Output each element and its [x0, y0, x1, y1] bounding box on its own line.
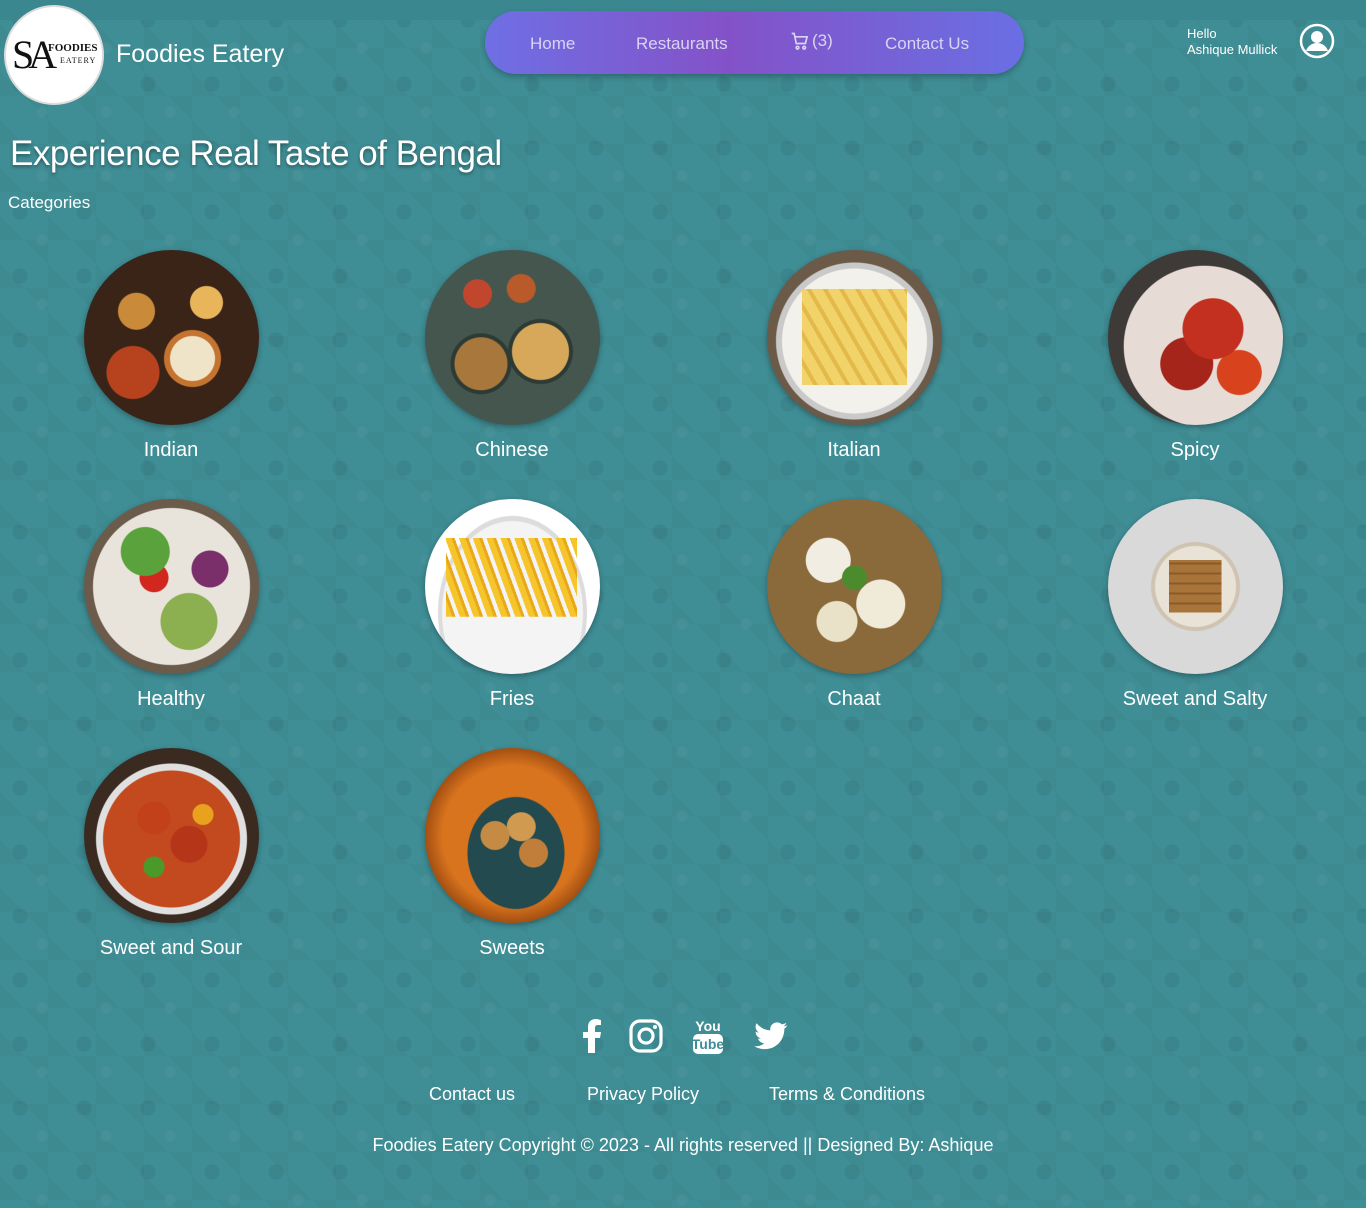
twitter-link[interactable] — [753, 1016, 789, 1056]
healthy-food-image — [83, 499, 259, 674]
category-sweets[interactable]: Sweets — [362, 748, 662, 960]
category-label: Chaat — [827, 688, 881, 710]
instagram-icon — [629, 1019, 663, 1053]
nav-cart[interactable]: (3) — [790, 31, 833, 51]
category-italian[interactable]: Italian — [704, 250, 1004, 462]
youtube-icon: You Tube — [692, 1018, 725, 1054]
user-greeting: Hello Ashique Mullick — [1187, 26, 1277, 58]
category-label: Healthy — [137, 688, 205, 710]
category-spicy[interactable]: Spicy — [1045, 250, 1345, 462]
logo[interactable]: SA FOODIES EATERY — [4, 5, 104, 105]
instagram-link[interactable] — [628, 1016, 664, 1056]
logo-text-bottom: EATERY — [60, 56, 97, 65]
category-label: Fries — [489, 688, 535, 710]
category-chinese[interactable]: Chinese — [362, 250, 662, 462]
italian-food-image — [766, 250, 942, 425]
nav-home[interactable]: Home — [530, 34, 575, 54]
indian-food-image — [83, 250, 259, 425]
cart-icon — [791, 32, 809, 50]
category-label: Chinese — [475, 439, 549, 461]
youtube-link[interactable]: You Tube — [690, 1016, 726, 1056]
chaat-image — [766, 499, 942, 674]
copyright-text: Foodies Eatery Copyright © 2023 - All ri… — [372, 1135, 994, 1155]
category-indian[interactable]: Indian — [21, 250, 321, 462]
category-label: Sweet and Salty — [1122, 688, 1268, 710]
user-circle-icon[interactable] — [1299, 23, 1335, 59]
nav-contact[interactable]: Contact Us — [885, 34, 969, 54]
logo-text-top: FOODIES — [48, 42, 98, 54]
twitter-icon — [754, 1022, 788, 1050]
main-nav: Home Restaurants (3) Contact Us — [485, 11, 1024, 74]
category-label: Sweet and Sour — [99, 937, 243, 959]
categories-heading: Categories — [8, 193, 91, 212]
category-fries[interactable]: Fries — [362, 499, 662, 711]
chinese-food-image — [424, 250, 600, 425]
brand-name[interactable]: Foodies Eatery — [116, 40, 284, 69]
category-healthy[interactable]: Healthy — [21, 499, 321, 711]
category-sweet-and-sour[interactable]: Sweet and Sour — [21, 748, 321, 960]
sweet-and-sour-image — [83, 748, 259, 923]
category-chaat[interactable]: Chaat — [704, 499, 1004, 711]
spicy-food-image — [1107, 250, 1283, 425]
footer-terms-link[interactable]: Terms & Conditions — [769, 1084, 925, 1105]
category-label: Italian — [827, 439, 881, 461]
footer-privacy-link[interactable]: Privacy Policy — [587, 1084, 699, 1105]
youtube-text-top: You — [695, 1018, 720, 1034]
category-label: Sweets — [479, 937, 545, 959]
page-title: Experience Real Taste of Bengal — [10, 134, 502, 173]
greeting-text: Hello — [1187, 26, 1217, 41]
user-name: Ashique Mullick — [1187, 42, 1278, 57]
sweets-image — [424, 748, 600, 923]
category-sweet-and-salty[interactable]: Sweet and Salty — [1045, 499, 1345, 711]
cart-count: (3) — [812, 31, 833, 50]
footer-contact-link[interactable]: Contact us — [429, 1084, 515, 1105]
fries-image — [424, 499, 600, 674]
facebook-link[interactable] — [577, 1016, 607, 1056]
sweet-and-salty-image — [1107, 499, 1283, 674]
logo-monogram: SA — [12, 32, 57, 77]
category-label: Spicy — [1170, 439, 1220, 461]
youtube-text-bottom: Tube — [692, 1036, 725, 1052]
facebook-icon — [583, 1019, 601, 1053]
nav-restaurants[interactable]: Restaurants — [636, 34, 728, 54]
category-label: Indian — [143, 439, 199, 461]
